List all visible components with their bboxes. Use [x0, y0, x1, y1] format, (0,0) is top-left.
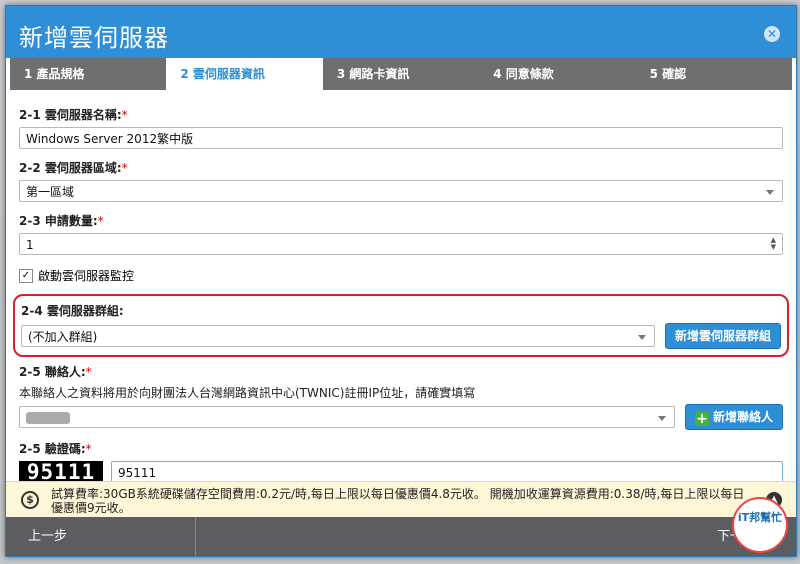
chevron-down-icon: [637, 335, 646, 340]
chevron-down-icon: [766, 190, 774, 195]
server-group-section: 2-4 雲伺服器群組: (不加入群組) 新增雲伺服器群組: [13, 294, 789, 357]
blurred-contact-value: [26, 412, 70, 424]
server-name-label: 2-1 雲伺服器名稱:*: [19, 108, 128, 122]
dialog-footer: 上一步 下一步: [6, 517, 796, 556]
pricing-info-text: 試算費率:30GB系統硬碟儲存空間費用:0.2元/時,每日上限以每日優惠價4.8…: [51, 487, 745, 515]
dialog-titlebar: 新增雲伺服器 ✕: [6, 6, 796, 58]
quantity-label: 2-3 申請數量:*: [19, 214, 104, 228]
server-group-select[interactable]: (不加入群組): [21, 325, 655, 347]
form-content: 2-1 雲伺服器名稱:* Windows Server 2012繁中版 2-2 …: [6, 96, 796, 483]
server-group-label: 2-4 雲伺服器群組:: [21, 304, 124, 318]
contact-label: 2-5 聯絡人:*: [19, 365, 92, 379]
add-contact-button[interactable]: + 新增聯絡人: [684, 404, 783, 430]
previous-button[interactable]: 上一步: [6, 517, 196, 556]
watermark-logo: iT邦幫忙: [732, 497, 788, 553]
step-tab-4[interactable]: 4 同意條款: [479, 58, 636, 90]
plus-icon: +: [694, 411, 709, 427]
pricing-info-bar: $ 試算費率:30GB系統硬碟儲存空間費用:0.2元/時,每日上限以每日優惠價4…: [6, 481, 796, 517]
dialog-title: 新增雲伺服器: [19, 24, 169, 52]
add-server-group-button[interactable]: 新增雲伺服器群組: [664, 323, 781, 349]
captcha-image: 95111: [19, 461, 103, 483]
captcha-label: 2-5 驗證碼:*: [19, 442, 92, 456]
add-cloud-server-dialog: 新增雲伺服器 ✕ 1 產品規格 2 雲伺服器資訊 3 網路卡資訊 4 同意條款 …: [5, 5, 797, 557]
monitor-checkbox[interactable]: ✓: [19, 268, 33, 283]
step-tab-3[interactable]: 3 網路卡資訊: [322, 58, 480, 90]
spinner-arrows-icon[interactable]: ▲ ▼: [771, 237, 776, 251]
close-icon[interactable]: ✕: [764, 26, 780, 42]
server-name-input[interactable]: Windows Server 2012繁中版: [19, 127, 783, 149]
quantity-stepper[interactable]: 1 ▲ ▼: [19, 233, 783, 255]
step-tab-1[interactable]: 1 產品規格: [10, 58, 167, 90]
region-label: 2-2 雲伺服器區域:*: [19, 161, 128, 175]
wizard-steps: 1 產品規格 2 雲伺服器資訊 3 網路卡資訊 4 同意條款 5 確認: [10, 58, 793, 90]
contact-select[interactable]: [19, 406, 675, 428]
captcha-input[interactable]: 95111: [111, 461, 783, 483]
region-select[interactable]: 第一區域: [19, 180, 783, 202]
contact-note: 本聯絡人之資料將用於向財團法人台灣網路資訊中心(TWNIC)註冊IP位址，請確實…: [19, 386, 476, 400]
step-tab-2[interactable]: 2 雲伺服器資訊: [166, 58, 323, 90]
chevron-down-icon: [657, 416, 666, 421]
dollar-icon: $: [21, 491, 39, 509]
step-tab-5[interactable]: 5 確認: [635, 58, 793, 90]
monitor-option[interactable]: ✓ 啟動雲伺服器監控: [19, 267, 783, 284]
monitor-checkbox-label: 啟動雲伺服器監控: [38, 269, 135, 283]
